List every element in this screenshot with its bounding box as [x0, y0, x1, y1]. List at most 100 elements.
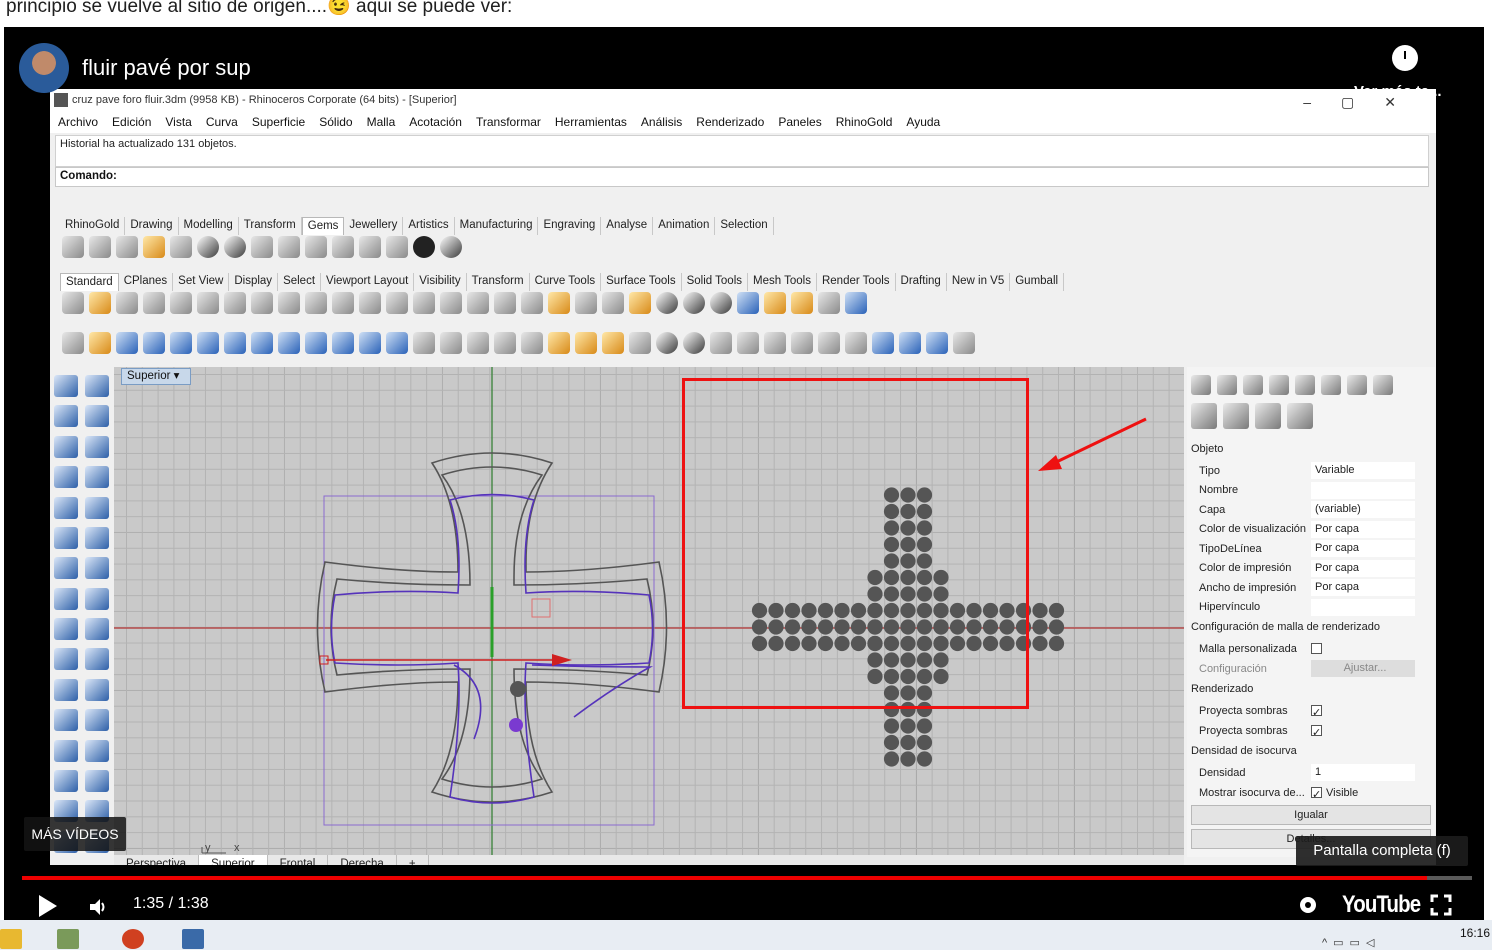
sidebar-tool-icon[interactable]	[85, 739, 109, 762]
cplane-icon[interactable]	[548, 292, 570, 314]
youtube-logo[interactable]: YouTube	[1342, 891, 1421, 919]
explode-icon[interactable]	[170, 332, 192, 354]
prop-value-hipervinculo[interactable]	[1311, 598, 1415, 616]
hide-icon[interactable]	[575, 332, 597, 354]
sidebar-tool-icon[interactable]	[85, 618, 109, 640]
gem-pen-icon[interactable]	[116, 236, 138, 258]
menu-herramientas[interactable]: Herramientas	[555, 111, 627, 133]
cutter-icon[interactable]	[251, 236, 273, 258]
lock-icon[interactable]	[602, 292, 624, 314]
file-explorer-icon[interactable]	[0, 929, 22, 949]
point-icon[interactable]	[89, 332, 111, 354]
prong-icon[interactable]	[197, 236, 219, 258]
menu-superficie[interactable]: Superficie	[252, 111, 305, 133]
sidebar-tool-icon[interactable]	[85, 769, 109, 792]
dimension-icon[interactable]	[818, 292, 840, 314]
sidebar-tool-icon[interactable]	[54, 769, 78, 792]
menu-analisis[interactable]: Análisis	[641, 111, 682, 133]
named-views-tab-icon[interactable]	[1269, 375, 1289, 395]
render-sphere-icon[interactable]	[683, 292, 705, 314]
tab-selection[interactable]: Selection	[715, 217, 774, 235]
menu-rhinogold[interactable]: RhinoGold	[836, 111, 893, 133]
sphere-icon[interactable]	[224, 332, 246, 354]
sidebar-tool-icon[interactable]	[85, 435, 109, 458]
sweep-icon[interactable]	[359, 332, 381, 354]
light-icon[interactable]	[764, 292, 786, 314]
adjust-button[interactable]: Ajustar...	[1311, 660, 1415, 677]
tab-new-in-v5[interactable]: New in V5	[947, 273, 1011, 291]
print-icon[interactable]	[143, 292, 165, 314]
mirror-icon[interactable]	[899, 332, 921, 354]
app-icon-2[interactable]	[122, 929, 144, 949]
menu-malla[interactable]: Malla	[367, 111, 396, 133]
zoom-selected-icon[interactable]	[413, 292, 435, 314]
color-wheel-icon[interactable]	[656, 292, 678, 314]
pave-icon[interactable]	[89, 236, 111, 258]
video-title[interactable]: fluir pavé por sup	[82, 55, 251, 81]
viewport-layout-icon[interactable]	[467, 292, 489, 314]
app-icon-3[interactable]	[182, 929, 204, 949]
sidebar-tool-icon[interactable]	[85, 375, 109, 397]
select-points-icon[interactable]	[494, 292, 516, 314]
sidebar-tool-icon[interactable]	[85, 709, 109, 732]
transform-icon[interactable]	[818, 332, 840, 354]
prop-value-color-de-visualizacion[interactable]: Por capa	[1311, 520, 1415, 538]
prop-value-color-de-impresion[interactable]: Por capa	[1311, 559, 1415, 577]
tab-engraving[interactable]: Engraving	[538, 217, 602, 235]
prop-value-ancho-de-impresion[interactable]: Por capa	[1311, 579, 1415, 596]
viewport-tab-perspectiva[interactable]: Perspectiva	[114, 855, 200, 865]
properties-tab-icon[interactable]	[1191, 375, 1211, 395]
open-folder-icon[interactable]	[89, 292, 111, 314]
new-file-icon[interactable]	[62, 292, 84, 314]
density-input[interactable]: 1	[1311, 764, 1415, 781]
pipe-icon[interactable]	[467, 332, 489, 354]
fullscreen-icon[interactable]	[1430, 894, 1452, 916]
layer-icon[interactable]	[629, 292, 651, 314]
scale-icon[interactable]	[845, 332, 867, 354]
menu-curva[interactable]: Curva	[206, 111, 238, 133]
display-tab-icon[interactable]	[1243, 375, 1263, 395]
prop-value-nombre[interactable]	[1311, 481, 1415, 499]
save-icon[interactable]	[116, 292, 138, 314]
pan-hand-icon[interactable]	[305, 292, 327, 314]
fillet-icon[interactable]	[440, 332, 462, 354]
extrude-icon[interactable]	[305, 332, 327, 354]
sidebar-tool-icon[interactable]	[54, 739, 78, 762]
viewport-title[interactable]: Superior ▾	[121, 368, 191, 385]
system-tray[interactable]: ^▭▭◁	[1322, 936, 1380, 949]
sidebar-tool-icon[interactable]	[54, 587, 78, 610]
sidebar-tool-icon[interactable]	[85, 557, 109, 580]
group-icon[interactable]	[629, 332, 651, 354]
prop-value-capa[interactable]: (variable)	[1311, 501, 1415, 518]
gem-flow-icon[interactable]	[143, 236, 165, 258]
sidebar-tool-icon[interactable]	[85, 466, 109, 489]
undo-icon[interactable]	[278, 292, 300, 314]
menu-archivo[interactable]: Archivo	[58, 111, 98, 133]
gem-array-icon[interactable]	[170, 236, 192, 258]
rhinogold-tab-icon[interactable]	[1295, 375, 1315, 395]
gem-pin-icon[interactable]	[386, 236, 408, 258]
menu-acotacion[interactable]: Acotación	[409, 111, 462, 133]
cut-icon[interactable]	[197, 292, 219, 314]
help-icon[interactable]	[845, 292, 867, 314]
sidebar-tool-icon[interactable]	[54, 526, 78, 549]
paste-icon[interactable]	[251, 292, 273, 314]
menu-vista[interactable]: Vista	[165, 111, 191, 133]
gem-seat-icon[interactable]	[305, 236, 327, 258]
gumball-icon[interactable]	[872, 332, 894, 354]
sidebar-tool-icon[interactable]	[85, 648, 109, 671]
lights-tab-icon[interactable]	[1321, 375, 1341, 395]
menu-renderizado[interactable]: Renderizado	[696, 111, 764, 133]
curve-icon[interactable]	[116, 332, 138, 354]
add-viewport-tab[interactable]: +	[397, 855, 429, 865]
sidebar-tool-icon[interactable]	[54, 618, 78, 640]
sidebar-tool-icon[interactable]	[54, 405, 78, 428]
cylinder-icon[interactable]	[278, 332, 300, 354]
import-icon[interactable]	[170, 292, 192, 314]
receive-shadows-checkbox[interactable]: ✓	[1311, 725, 1322, 739]
prop-value-tipodelinea[interactable]: Por capa	[1311, 540, 1415, 557]
arc-icon[interactable]	[143, 332, 165, 354]
sidebar-tool-icon[interactable]	[54, 496, 78, 519]
sidebar-tool-icon[interactable]	[54, 648, 78, 671]
viewport-tab-superior[interactable]: Superior	[199, 855, 268, 865]
